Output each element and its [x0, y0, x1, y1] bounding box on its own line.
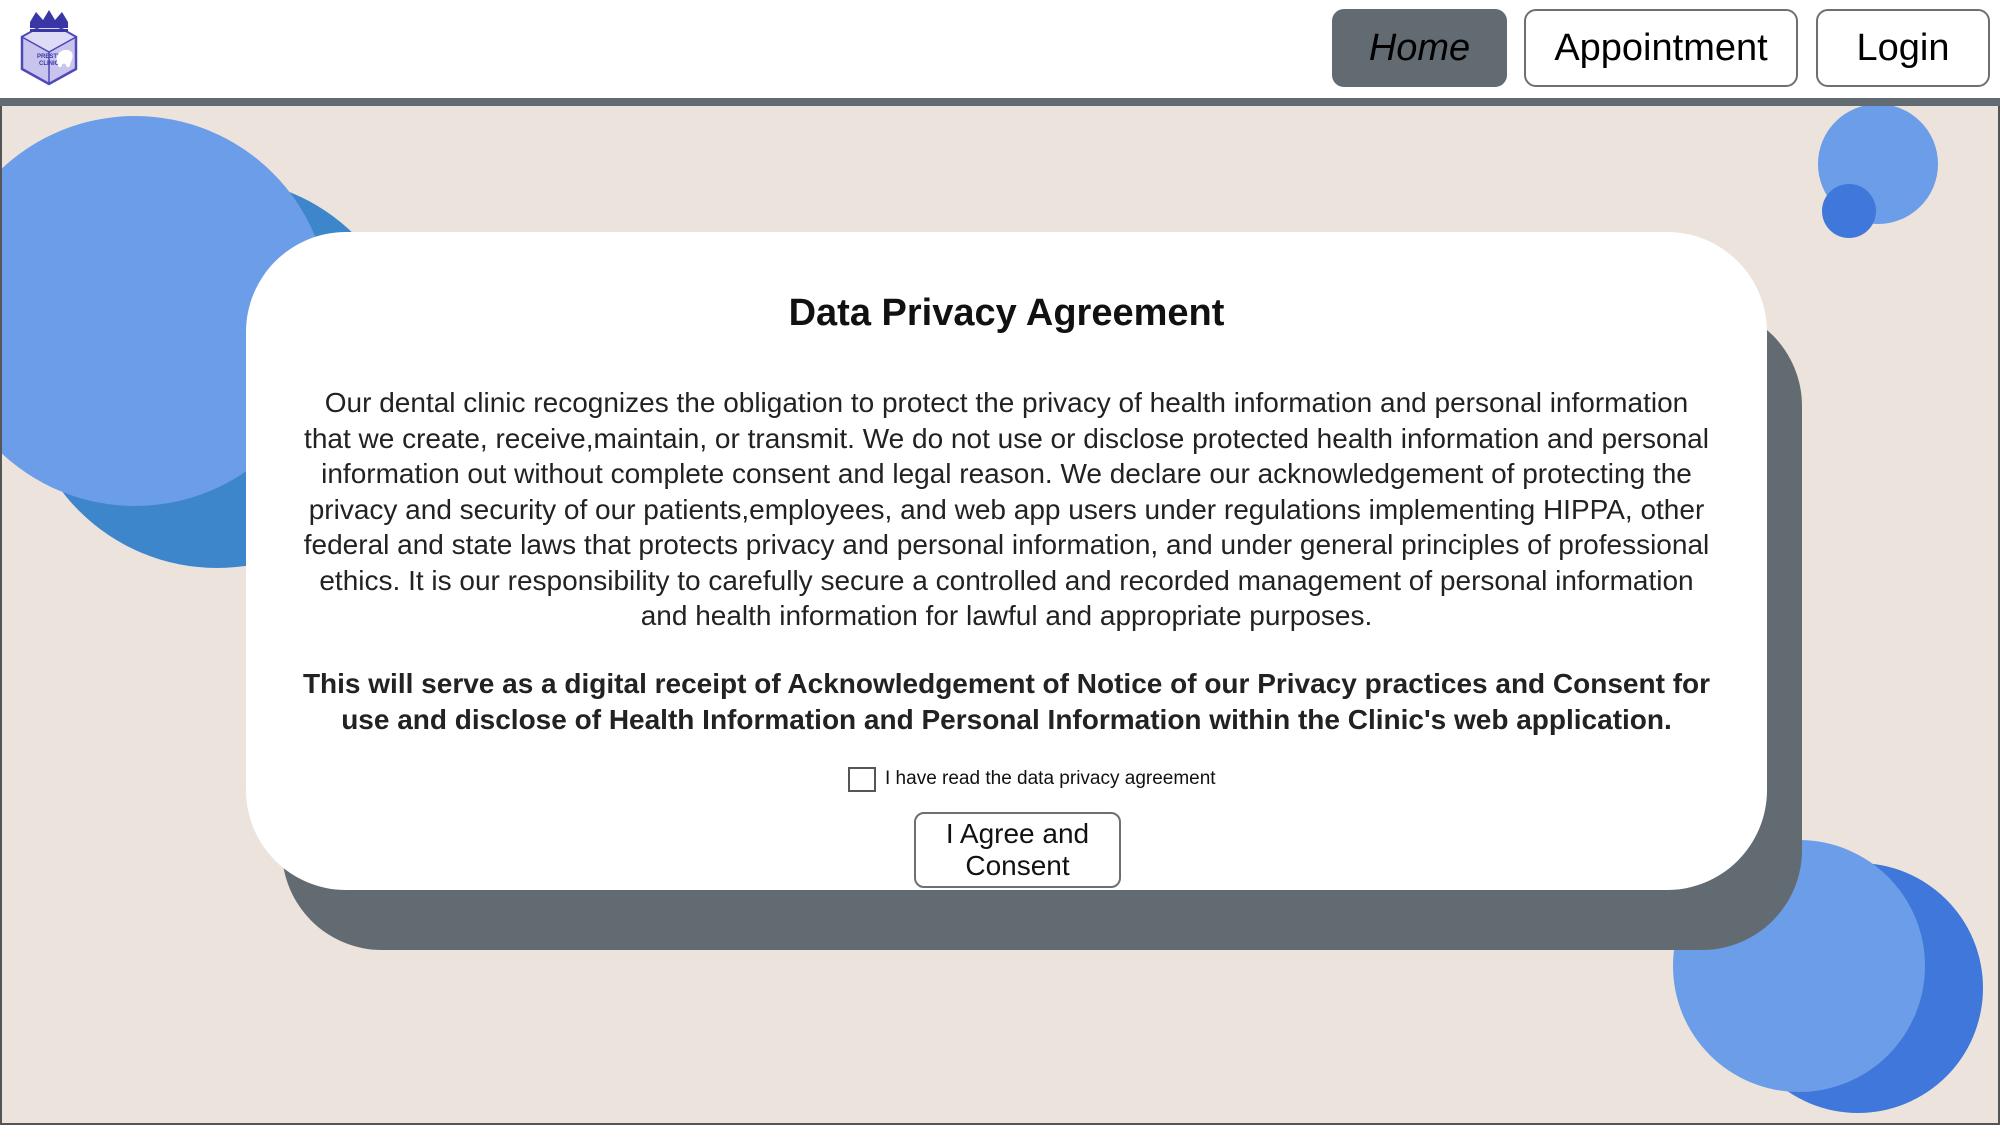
decorative-circle [1822, 184, 1876, 238]
main-content-area: Data Privacy Agreement Our dental clinic… [0, 106, 2000, 1125]
privacy-agreement-card: Data Privacy Agreement Our dental clinic… [246, 232, 1767, 890]
agreement-notice-text: This will serve as a digital receipt of … [302, 668, 1711, 735]
read-agreement-checkbox-label: I have read the data privacy agreement [885, 768, 1216, 789]
agreement-body-text: Our dental clinic recognizes the obligat… [303, 387, 1710, 631]
nav-login-button[interactable]: Login [1816, 9, 1990, 87]
clinic-logo[interactable]: PRESTIGE CLINIC [16, 8, 82, 88]
header-divider [0, 98, 2000, 106]
read-agreement-checkbox-row[interactable]: I have read the data privacy agreement [848, 765, 1216, 793]
read-agreement-checkbox[interactable] [848, 766, 876, 792]
agree-and-consent-button[interactable]: I Agree and Consent [914, 812, 1121, 888]
agreement-title: Data Privacy Agreement [788, 292, 1225, 334]
nav-appointment-button[interactable]: Appointment [1524, 9, 1798, 87]
logo-text-2: CLINIC [39, 61, 60, 67]
top-navigation-bar: PRESTIGE CLINIC Home Appointment Login [0, 0, 2000, 98]
nav-home-button[interactable]: Home [1332, 9, 1507, 87]
